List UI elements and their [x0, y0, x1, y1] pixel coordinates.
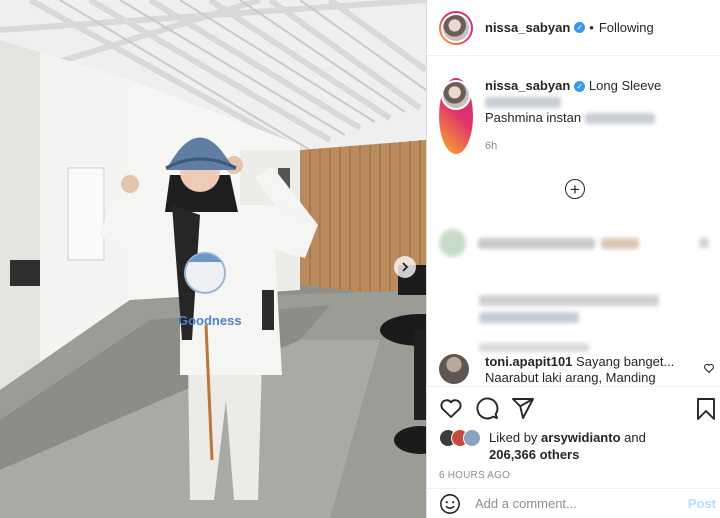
save-button[interactable] — [695, 397, 717, 426]
action-bar — [427, 387, 720, 429]
blurred-comment — [439, 229, 709, 352]
post-caption: nissa_sabyan ✓ Long Sleeve Pashmina insta… — [427, 57, 720, 154]
author-username[interactable]: nissa_sabyan — [485, 20, 570, 35]
caption-username[interactable]: nissa_sabyan — [485, 78, 570, 93]
comments-list[interactable]: nissa_sabyan ✓ Long Sleeve Pashmina insta… — [427, 57, 720, 385]
likes-prefix: Liked by — [489, 430, 542, 445]
caption-avatar[interactable] — [439, 78, 473, 154]
post-timestamp[interactable]: 6 HOURS AGO — [427, 463, 720, 481]
add-comment-bar: Post — [427, 488, 720, 518]
author-avatar[interactable] — [439, 10, 473, 45]
comment-text-line2: Naarabut laki arang, Manding — [485, 370, 656, 385]
header-separator: • — [589, 20, 594, 35]
paper-plane-icon — [512, 398, 534, 419]
comment-input[interactable] — [475, 496, 665, 511]
chevron-right-icon — [402, 262, 409, 272]
comment-button[interactable] — [475, 396, 499, 420]
following-button[interactable]: Following — [599, 20, 654, 35]
commenter-username[interactable]: toni.apapit101 — [485, 354, 572, 369]
post-photo-illustration: Goodness — [0, 0, 426, 518]
heart-icon[interactable] — [703, 362, 715, 374]
like-button[interactable] — [439, 396, 463, 420]
likes-middle: and — [620, 430, 646, 445]
verified-badge-icon: ✓ — [574, 81, 586, 92]
liker-avatars[interactable] — [439, 429, 481, 447]
post-header: nissa_sabyan ✓ • Following — [427, 0, 720, 56]
carousel-next-button[interactable] — [394, 256, 416, 278]
caption-time: 6h — [485, 140, 498, 152]
likes-summary: Liked by arsywidianto and 206,366 others — [427, 429, 720, 463]
smiley-icon[interactable] — [439, 493, 461, 515]
blurred-mention — [584, 113, 655, 125]
comment-item: toni.apapit101 Sayang banget... Naarabut… — [439, 354, 714, 385]
post-comment-button[interactable]: Post — [688, 496, 716, 511]
comment-text: Sayang banget... — [576, 354, 675, 369]
plus-circle-icon[interactable]: + — [565, 179, 585, 199]
likes-text: Liked by arsywidianto and 206,366 others — [489, 429, 646, 463]
share-button[interactable] — [511, 396, 535, 420]
verified-badge-icon: ✓ — [574, 22, 586, 33]
bookmark-icon — [697, 398, 715, 420]
caption-text-line2: Pashmina instan — [485, 110, 582, 125]
liker-avatar — [463, 429, 481, 447]
blurred-mention — [485, 97, 561, 109]
post-actions-area: Liked by arsywidianto and 206,366 others… — [427, 386, 720, 481]
comment-icon — [476, 397, 499, 420]
liker-username[interactable]: arsywidianto — [541, 430, 620, 445]
post-photo[interactable]: Goodness — [0, 0, 426, 518]
likes-count[interactable]: 206,366 others — [489, 447, 579, 462]
shirt-print-text: Goodness — [178, 313, 242, 328]
caption-text-line1: Long Sleeve — [588, 78, 662, 93]
heart-icon — [440, 399, 462, 418]
post-sidebar: nissa_sabyan ✓ • Following nissa_sabyan ✓… — [426, 0, 720, 518]
commenter-avatar[interactable] — [439, 354, 469, 384]
